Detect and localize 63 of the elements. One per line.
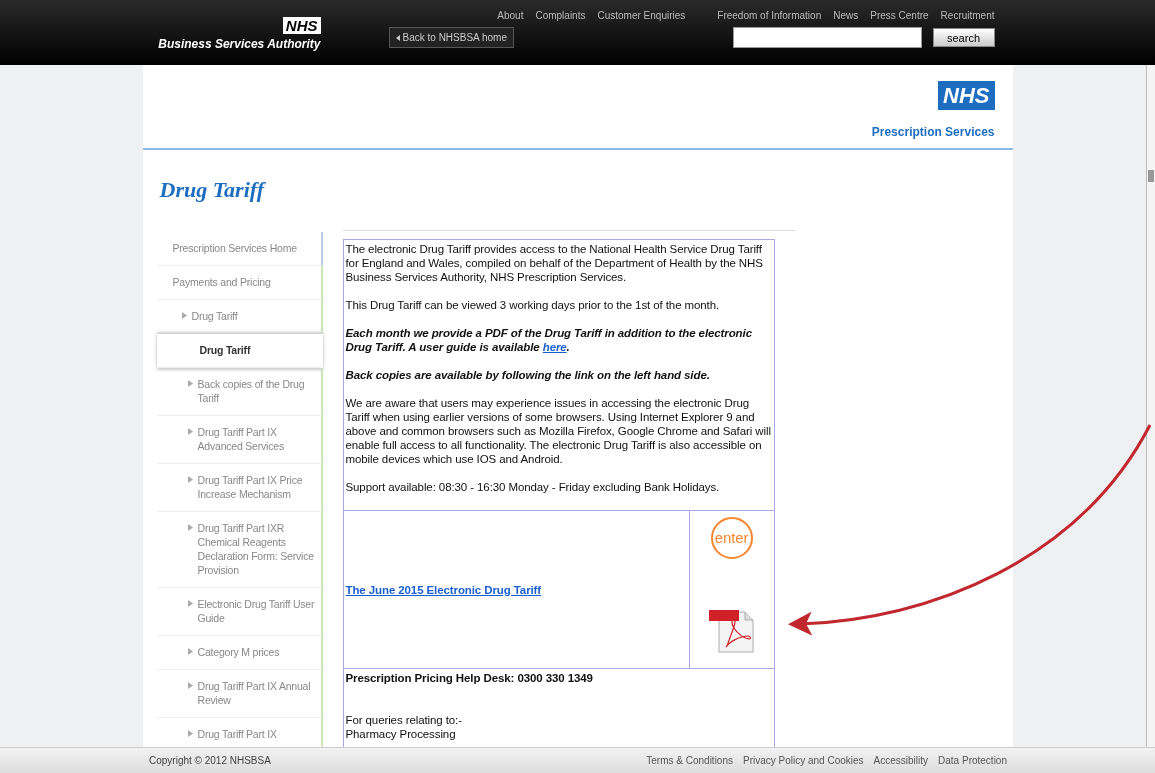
organisation-name: Business Services Authority bbox=[158, 37, 321, 51]
sidebar-item-label: Back copies of the Drug Tariff bbox=[197, 377, 306, 405]
triangle-icon bbox=[187, 682, 193, 689]
footer-link[interactable]: Terms & Conditions bbox=[646, 755, 733, 766]
nav-link[interactable]: About bbox=[497, 10, 524, 21]
scrollbar[interactable] bbox=[1146, 65, 1155, 748]
nhs-logo[interactable]: NHS bbox=[938, 81, 995, 110]
sidebar-item[interactable]: Electronic Drug Tariff User Guide bbox=[156, 588, 323, 636]
footer-link[interactable]: Data Protection bbox=[938, 755, 1007, 766]
sidebar-item[interactable]: Drug Tariff Part IX Advanced Services bbox=[156, 416, 323, 464]
sidebar-item[interactable]: Payments and Pricing bbox=[156, 266, 323, 300]
nav-link[interactable]: Freedom of Information bbox=[717, 10, 822, 21]
sidebar-item[interactable]: Category M prices bbox=[156, 636, 323, 670]
sidebar-item-label: Category M prices bbox=[197, 645, 280, 659]
search-field[interactable] bbox=[732, 27, 922, 48]
triangle-icon bbox=[187, 380, 193, 387]
sidebar-item[interactable]: Drug Tariff Part IX Annual Review bbox=[156, 670, 323, 718]
sidebar-item-label: Drug Tariff Part IX Advanced Services bbox=[197, 425, 285, 453]
tariff-link[interactable]: The June 2015 Electronic Drug Tariff bbox=[345, 583, 542, 596]
sidebar-item-label: Electronic Drug Tariff User Guide bbox=[197, 597, 316, 625]
sidebar-item-label: Drug Tariff Part IX bbox=[197, 727, 277, 741]
triangle-icon bbox=[187, 600, 193, 607]
nav-link[interactable]: Press Centre bbox=[870, 10, 929, 21]
sidebar-item[interactable]: Drug Tariff Part IX Price Increase Mechanism bbox=[156, 464, 323, 512]
paragraph: This Drug Tariff can be viewed 3 working days prior to the 1st of the month. bbox=[345, 298, 721, 312]
sidebar-item[interactable]: Drug Tariff bbox=[156, 300, 323, 334]
sidebar-item[interactable]: Drug Tariff bbox=[156, 334, 323, 368]
sidebar-item-label: Drug Tariff Part IXR Chemical Reagents Declaration Form: Service Provision bbox=[197, 521, 315, 577]
helpdesk-heading: Prescription Pricing Help Desk: 0300 330 1349 bbox=[345, 671, 594, 685]
triangle-icon bbox=[181, 312, 187, 319]
nav-link[interactable]: Customer Enquiries bbox=[597, 10, 686, 21]
nav-link[interactable]: Recruitment bbox=[940, 10, 995, 21]
text-line: For queries relating to:- bbox=[345, 713, 463, 727]
sidebar-item-label: Drug Tariff Part IX Price Increase Mechanism bbox=[197, 473, 304, 501]
here-link[interactable]: here bbox=[542, 341, 567, 353]
search-button[interactable]: search bbox=[932, 28, 995, 47]
triangle-icon bbox=[187, 428, 193, 435]
service-name: Prescription Services bbox=[871, 125, 995, 139]
paragraph: We are aware that users may experience issues in accessing the electronic Drug Tariff when using earlier versions of some browsers. Using Internet Explorer 9 and above and common browsers such as Mozilla Firefox, Google Chrome and Safari will enable full access to all functionality. The electronic Drug Tariff is also accessible on mobile devices which use IOS and Android. bbox=[345, 396, 772, 466]
page-title: Drug Tariff bbox=[159, 176, 267, 204]
nav-link[interactable]: Complaints bbox=[535, 10, 586, 21]
sidebar-item[interactable]: Prescription Services Home bbox=[156, 232, 323, 266]
triangle-icon bbox=[187, 524, 193, 531]
pdf-file-icon[interactable] bbox=[706, 608, 757, 654]
sidebar-item[interactable]: Drug Tariff Part IXR Chemical Reagents Declaration Form: Service Provision bbox=[156, 512, 323, 588]
copyright-text: Copyright © 2012 NHSBSA bbox=[149, 755, 271, 766]
footer-link[interactable]: Privacy Policy and Cookies bbox=[743, 755, 864, 766]
sidebar-item-label: Drug Tariff bbox=[191, 309, 238, 323]
paragraph: Support available: 08:30 - 16:30 Monday - Friday excluding Bank Holidays. bbox=[345, 480, 721, 494]
back-button[interactable]: Back to NHSBSA home bbox=[388, 27, 514, 48]
triangle-icon bbox=[187, 648, 193, 655]
sidebar-item[interactable]: Back copies of the Drug Tariff bbox=[156, 368, 323, 416]
paragraph: Each month we provide a PDF of the Drug Tariff in addition to the electronic Drug Tariff. A user guide is available here. bbox=[345, 326, 753, 354]
back-arrow-icon bbox=[395, 34, 400, 41]
footer-link[interactable]: Accessibility bbox=[873, 755, 929, 766]
text-line: Pharmacy Processing bbox=[345, 727, 457, 741]
paragraph: The electronic Drug Tariff provides access to the National Health Service Drug Tariff for England and Wales, compiled on behalf of the Department of Health by the NHS Business Services Authority, NHS Prescription Services. bbox=[345, 242, 764, 284]
triangle-icon bbox=[187, 730, 193, 737]
sidebar-item-label: Drug Tariff Part IX Annual Review bbox=[197, 679, 312, 707]
nav-link[interactable]: News bbox=[833, 10, 859, 21]
triangle-icon bbox=[187, 476, 193, 483]
nhs-logo[interactable]: NHS bbox=[282, 17, 321, 34]
paragraph: Back copies are available by following the link on the left hand side. bbox=[345, 368, 711, 382]
